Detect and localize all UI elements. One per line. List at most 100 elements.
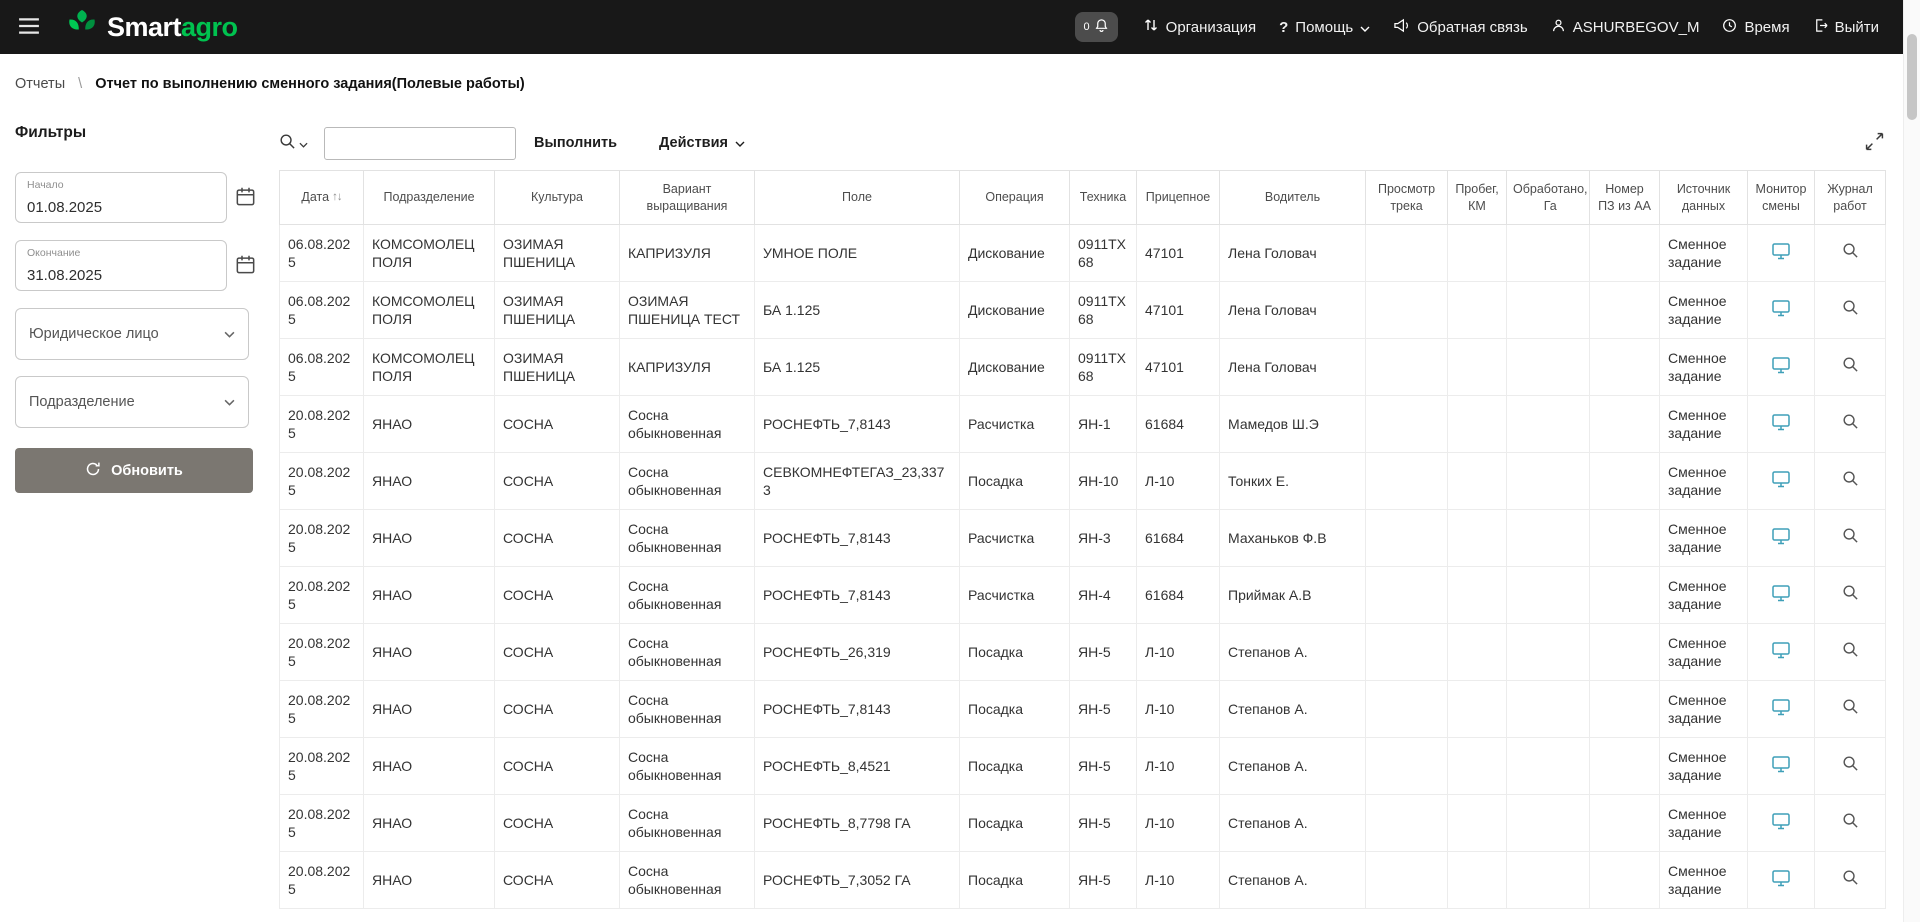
cell-culture: СОСНА (495, 510, 620, 567)
cell-operation: Посадка (960, 624, 1070, 681)
search-mode-button[interactable] (279, 133, 308, 153)
work-journal-icon[interactable] (1842, 869, 1859, 886)
cell-trailer: 47101 (1137, 225, 1220, 282)
start-date-calendar-button[interactable] (235, 186, 256, 210)
column-header-shift-monitor[interactable]: Монитор смены (1748, 171, 1815, 225)
shift-monitor-icon[interactable] (1771, 356, 1791, 374)
work-journal-icon[interactable] (1842, 242, 1859, 259)
breadcrumb-reports-link[interactable]: Отчеты (15, 76, 65, 92)
vertical-scrollbar[interactable] (1903, 0, 1920, 922)
cell-data-source: Сменное задание (1660, 510, 1748, 567)
cell-data-source: Сменное задание (1660, 852, 1748, 909)
feedback-button[interactable]: Обратная связь (1393, 18, 1528, 37)
cell-shift-monitor (1748, 510, 1815, 567)
cell-field: УМНОЕ ПОЛЕ (755, 225, 960, 282)
sort-icons[interactable]: ↑↓ (332, 190, 342, 205)
cell-culture: ОЗИМАЯ ПШЕНИЦА (495, 225, 620, 282)
end-date-calendar-button[interactable] (235, 254, 256, 278)
shift-monitor-icon[interactable] (1771, 812, 1791, 830)
help-menu-button[interactable]: ? Помощь (1279, 19, 1370, 36)
column-header-task-number[interactable]: Номер ПЗ из АА (1590, 171, 1660, 225)
column-header-trailer[interactable]: Прицепное (1137, 171, 1220, 225)
work-journal-icon[interactable] (1842, 812, 1859, 829)
cell-track-view (1366, 282, 1448, 339)
end-date-field[interactable]: Окончание (15, 240, 227, 291)
cell-processed-ha (1507, 738, 1590, 795)
column-header-machine[interactable]: Техника (1070, 171, 1137, 225)
organization-button[interactable]: Организация (1143, 17, 1256, 37)
cell-task-number (1590, 282, 1660, 339)
column-header-culture[interactable]: Культура (495, 171, 620, 225)
hamburger-menu-button[interactable] (18, 17, 40, 38)
cell-task-number (1590, 225, 1660, 282)
column-header-operation[interactable]: Операция (960, 171, 1070, 225)
work-journal-icon[interactable] (1842, 698, 1859, 715)
cell-operation: Расчистка (960, 510, 1070, 567)
refresh-button[interactable]: Обновить (15, 448, 253, 493)
cell-division: ЯНАО (364, 453, 495, 510)
scrollbar-thumb[interactable] (1907, 34, 1917, 120)
actions-menu-button[interactable]: Действия (659, 135, 745, 151)
work-journal-icon[interactable] (1842, 755, 1859, 772)
fullscreen-toggle-button[interactable] (1865, 132, 1884, 154)
brand-logo[interactable]: Smartagro (64, 9, 238, 46)
shift-monitor-icon[interactable] (1771, 641, 1791, 659)
division-select[interactable]: Подразделение (15, 376, 249, 428)
cell-mileage-km (1448, 567, 1507, 624)
cell-date: 20.08.2025 (280, 453, 364, 510)
work-journal-icon[interactable] (1842, 527, 1859, 544)
shift-monitor-icon[interactable] (1771, 470, 1791, 488)
cell-driver: Приймак А.В (1220, 567, 1366, 624)
column-header-processed-ha[interactable]: Обработано, Га (1507, 171, 1590, 225)
user-menu-button[interactable]: ASHURBEGOV_M (1551, 18, 1700, 37)
column-header-track-view[interactable]: Просмотр трека (1366, 171, 1448, 225)
work-journal-icon[interactable] (1842, 641, 1859, 658)
cell-work-journal (1815, 282, 1886, 339)
time-button[interactable]: Время (1722, 18, 1789, 37)
work-journal-icon[interactable] (1842, 356, 1859, 373)
column-header-variant[interactable]: Вариант выращивания (620, 171, 755, 225)
work-journal-icon[interactable] (1842, 584, 1859, 601)
work-journal-icon[interactable] (1842, 470, 1859, 487)
legal-entity-select[interactable]: Юридическое лицо (15, 308, 249, 360)
chevron-down-icon (299, 136, 308, 151)
start-date-input[interactable] (16, 199, 226, 216)
cell-processed-ha (1507, 681, 1590, 738)
cell-field: РОСНЕФТЬ_26,319 (755, 624, 960, 681)
shift-monitor-icon[interactable] (1771, 413, 1791, 431)
column-header-date[interactable]: Дата↑↓ (280, 171, 364, 225)
cell-processed-ha (1507, 510, 1590, 567)
work-journal-icon[interactable] (1842, 299, 1859, 316)
shift-monitor-icon[interactable] (1771, 755, 1791, 773)
cell-shift-monitor (1748, 282, 1815, 339)
end-date-input[interactable] (16, 267, 226, 284)
cell-field: РОСНЕФТЬ_7,3052 ГА (755, 852, 960, 909)
column-header-data-source[interactable]: Источник данных (1660, 171, 1748, 225)
shift-monitor-icon[interactable] (1771, 869, 1791, 887)
execute-button[interactable]: Выполнить (534, 135, 617, 151)
shift-monitor-icon[interactable] (1771, 242, 1791, 260)
column-header-field[interactable]: Поле (755, 171, 960, 225)
shift-monitor-icon[interactable] (1771, 299, 1791, 317)
logout-button[interactable]: Выйти (1813, 18, 1879, 37)
cell-operation: Дискование (960, 282, 1070, 339)
work-journal-icon[interactable] (1842, 413, 1859, 430)
shift-monitor-icon[interactable] (1771, 584, 1791, 602)
cell-division: ЯНАО (364, 852, 495, 909)
table-row: 20.08.2025ЯНАОСОСНАСосна обыкновеннаяРОС… (280, 396, 1886, 453)
table-search-input[interactable] (324, 127, 516, 160)
column-header-mileage-km[interactable]: Пробег, КМ (1448, 171, 1507, 225)
start-date-field[interactable]: Начало (15, 172, 227, 223)
cell-processed-ha (1507, 396, 1590, 453)
notifications-button[interactable]: 0 (1075, 12, 1118, 42)
shift-monitor-icon[interactable] (1771, 698, 1791, 716)
column-header-driver[interactable]: Водитель (1220, 171, 1366, 225)
cell-processed-ha (1507, 852, 1590, 909)
column-header-work-journal[interactable]: Журнал работ (1815, 171, 1886, 225)
cell-variant: Сосна обыкновенная (620, 795, 755, 852)
column-header-division[interactable]: Подразделение (364, 171, 495, 225)
cell-mileage-km (1448, 453, 1507, 510)
cell-field: БА 1.125 (755, 282, 960, 339)
shift-monitor-icon[interactable] (1771, 527, 1791, 545)
user-icon (1551, 18, 1566, 37)
